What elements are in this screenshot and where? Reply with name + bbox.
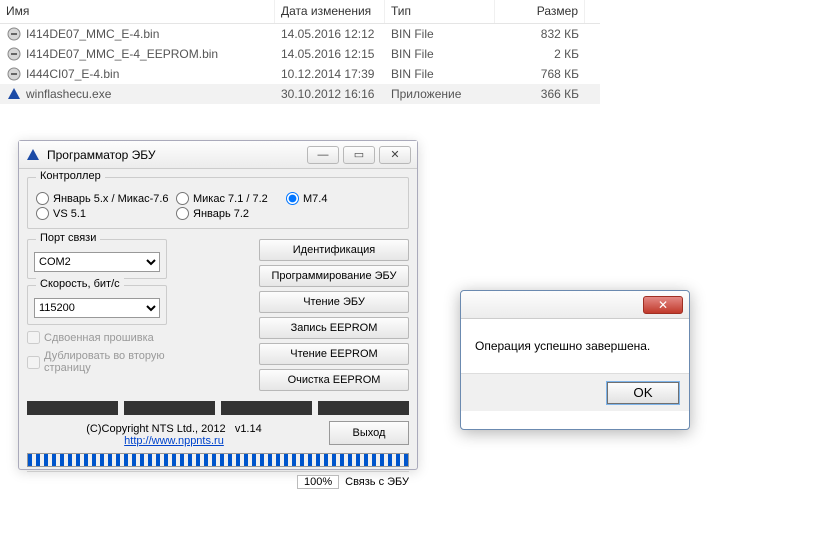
read-eeprom-button[interactable]: Чтение EEPROM xyxy=(259,343,409,365)
file-icon xyxy=(6,86,22,102)
file-row[interactable]: I414DE07_MMC_E-4.bin 14.05.2016 12:12BIN … xyxy=(0,24,600,44)
file-icon xyxy=(6,46,22,62)
file-size: 366 КБ xyxy=(495,85,585,103)
check-double[interactable]: Сдвоенная прошивка xyxy=(27,331,167,344)
window-title: Программатор ЭБУ xyxy=(47,148,156,162)
radio-yanvar72[interactable]: Январь 7.2 xyxy=(176,207,286,220)
col-name-header[interactable]: Имя xyxy=(0,0,275,23)
file-name: I414DE07_MMC_E-4.bin xyxy=(26,27,159,41)
minimize-button[interactable]: — xyxy=(307,146,339,164)
exit-button[interactable]: Выход xyxy=(329,421,409,445)
file-type: BIN File xyxy=(385,25,495,43)
col-date-header[interactable]: Дата изменения xyxy=(275,0,385,23)
titlebar[interactable]: Программатор ЭБУ — ▭ ✕ xyxy=(19,141,417,169)
file-name: I444CI07_E-4.bin xyxy=(26,67,119,81)
file-type: Приложение xyxy=(385,85,495,103)
activity-bar xyxy=(27,453,409,467)
message-text: Операция успешно завершена. xyxy=(461,319,689,373)
radio-yanvar5[interactable]: Январь 5.x / Микас-7.6 xyxy=(36,192,176,205)
speed-group: Скорость, бит/с 115200 xyxy=(27,285,167,325)
radio-mikas71[interactable]: Микас 7.1 / 7.2 xyxy=(176,192,286,205)
file-icon xyxy=(6,26,22,42)
file-row[interactable]: I414DE07_MMC_E-4_EEPROM.bin 14.05.2016 12… xyxy=(0,44,600,64)
file-name: I414DE07_MMC_E-4_EEPROM.bin xyxy=(26,47,218,61)
file-type: BIN File xyxy=(385,65,495,83)
message-close-button[interactable]: ✕ xyxy=(643,296,683,314)
radio-vs51[interactable]: VS 5.1 xyxy=(36,207,176,220)
file-date: 14.05.2016 12:12 xyxy=(275,25,385,43)
maximize-button[interactable]: ▭ xyxy=(343,146,375,164)
status-percent: 100% xyxy=(297,475,339,489)
file-row[interactable]: winflashecu.exe 30.10.2012 16:16Приложени… xyxy=(0,84,600,104)
app-icon xyxy=(25,147,41,163)
ident-button[interactable]: Идентификация xyxy=(259,239,409,261)
controller-group: Контроллер Январь 5.x / Микас-7.6 Микас … xyxy=(27,177,409,229)
app-window: Программатор ЭБУ — ▭ ✕ Контроллер Январь… xyxy=(18,140,418,470)
ok-button[interactable]: OK xyxy=(607,382,679,404)
clear-eeprom-button[interactable]: Очистка EEPROM xyxy=(259,369,409,391)
website-link[interactable]: http://www.nppnts.ru xyxy=(124,435,224,447)
file-size: 768 КБ xyxy=(495,65,585,83)
port-select[interactable]: COM2 xyxy=(34,252,160,272)
speed-select[interactable]: 115200 xyxy=(34,298,160,318)
progress-bars xyxy=(27,401,409,415)
col-type-header[interactable]: Тип xyxy=(385,0,495,23)
radio-m74[interactable]: М7.4 xyxy=(286,192,346,205)
port-group: Порт связи COM2 xyxy=(27,239,167,279)
file-date: 30.10.2012 16:16 xyxy=(275,85,385,103)
file-row[interactable]: I444CI07_E-4.bin 10.12.2014 17:39BIN File… xyxy=(0,64,600,84)
message-box: ✕ Операция успешно завершена. OK xyxy=(460,290,690,430)
file-icon xyxy=(6,66,22,82)
file-date: 10.12.2014 17:39 xyxy=(275,65,385,83)
check-duplicate[interactable]: Дублировать во вторую страницу xyxy=(27,350,167,374)
status-text: Связь с ЭБУ xyxy=(345,476,409,488)
message-titlebar[interactable]: ✕ xyxy=(461,291,689,319)
file-name: winflashecu.exe xyxy=(26,87,111,101)
file-type: BIN File xyxy=(385,45,495,63)
copyright: (C)Copyright NTS Ltd., 2012 v1.14 http:/… xyxy=(27,423,321,447)
file-list-header: Имя Дата изменения Тип Размер xyxy=(0,0,600,24)
read-button[interactable]: Чтение ЭБУ xyxy=(259,291,409,313)
file-size: 832 КБ xyxy=(495,25,585,43)
file-list: Имя Дата изменения Тип Размер I414DE07_M… xyxy=(0,0,600,104)
status-bar: 100% Связь с ЭБУ xyxy=(27,471,409,489)
file-date: 14.05.2016 12:15 xyxy=(275,45,385,63)
write-eeprom-button[interactable]: Запись EEPROM xyxy=(259,317,409,339)
prog-button[interactable]: Программирование ЭБУ xyxy=(259,265,409,287)
close-button[interactable]: ✕ xyxy=(379,146,411,164)
file-size: 2 КБ xyxy=(495,45,585,63)
col-size-header[interactable]: Размер xyxy=(495,0,585,23)
